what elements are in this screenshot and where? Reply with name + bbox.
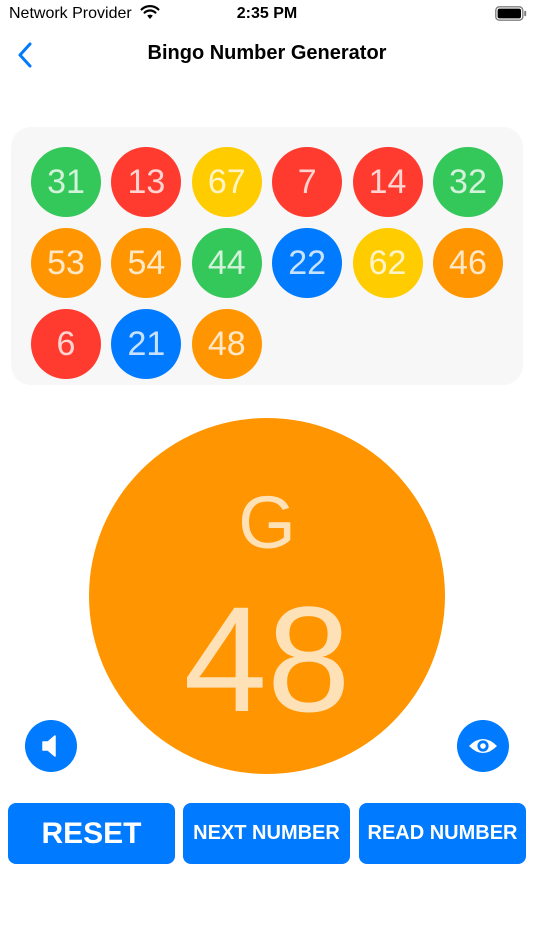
reset-button[interactable]: RESET [8, 803, 175, 864]
show-numbers-button[interactable] [457, 720, 509, 772]
called-numbers-grid: 31 13 67 7 14 32 53 54 44 22 62 46 6 21 48 [31, 147, 511, 379]
next-number-button[interactable]: NEXT NUMBER [183, 803, 350, 864]
page-title: Bingo Number Generator [147, 42, 387, 64]
called-number-ball: 31 [31, 147, 101, 217]
battery-icon [495, 6, 527, 21]
navigation-bar: Bingo Number Generator [0, 30, 534, 78]
current-ball-letter: G [238, 481, 296, 564]
read-number-button[interactable]: READ NUMBER [359, 803, 526, 864]
speaker-icon [42, 735, 56, 757]
called-number-ball: 22 [272, 228, 343, 298]
called-number-ball: 6 [31, 309, 101, 379]
called-number-ball: 21 [111, 309, 182, 379]
called-number-ball: 14 [352, 147, 423, 217]
called-number-ball: 54 [111, 228, 182, 298]
called-number-ball: 62 [352, 228, 423, 298]
called-number-ball: 13 [111, 147, 182, 217]
called-number-ball: 32 [432, 147, 503, 217]
status-time: 2:35 PM [236, 5, 298, 22]
called-number-ball: 46 [432, 228, 503, 298]
eye-icon [469, 739, 497, 753]
status-bar: Network Provider 2:35 PM [0, 0, 534, 28]
speaker-button[interactable] [25, 720, 77, 772]
called-number-ball: 53 [31, 228, 101, 298]
called-number-ball: 7 [272, 147, 343, 217]
called-number-ball: 48 [191, 309, 262, 379]
current-ball-number: 48 [183, 575, 351, 743]
called-number-ball: 44 [191, 228, 262, 298]
called-number-ball: 67 [191, 147, 262, 217]
called-numbers-panel: 31 13 67 7 14 32 53 54 44 22 62 46 6 21 48 [11, 127, 523, 385]
current-ball: G 48 [89, 418, 445, 774]
